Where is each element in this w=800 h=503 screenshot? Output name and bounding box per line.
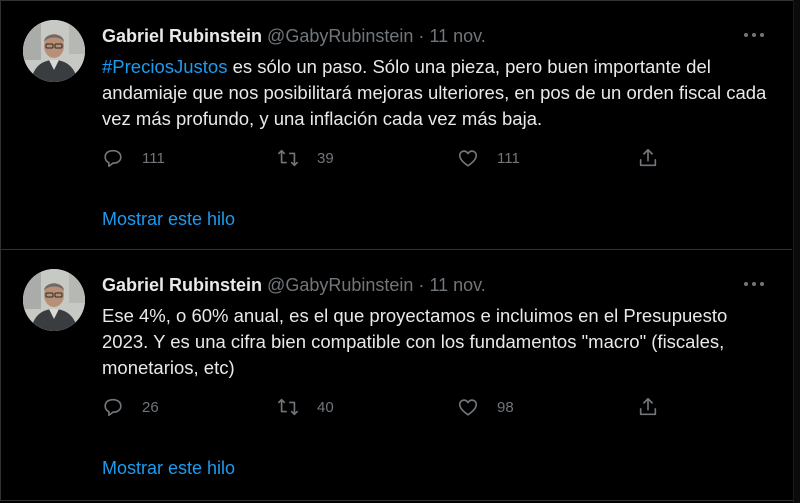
tweet-header: Gabriel Rubinstein @GabyRubinstein · 11 … (102, 274, 486, 296)
author-name[interactable]: Gabriel Rubinstein (102, 275, 262, 295)
retweet-button[interactable]: 40 (277, 395, 334, 419)
tweet-actions: 26 40 98 (102, 395, 662, 419)
tweet-body: Ese 4%, o 60% anual, es el que proyectam… (102, 305, 728, 378)
author-name[interactable]: Gabriel Rubinstein (102, 26, 262, 46)
show-thread-link[interactable]: Mostrar este hilo (102, 209, 235, 230)
like-button[interactable]: 111 (457, 146, 520, 170)
retweet-icon (278, 398, 298, 416)
reply-count: 111 (142, 149, 165, 167)
reply-button[interactable]: 111 (102, 146, 165, 170)
share-button[interactable] (637, 395, 659, 419)
tweet[interactable]: Gabriel Rubinstein @GabyRubinstein · 11 … (0, 250, 792, 498)
reply-count: 26 (142, 398, 159, 416)
more-options-icon[interactable] (744, 278, 766, 290)
share-icon (639, 397, 657, 416)
tweet-text: #PreciosJustos es sólo un paso. Sólo una… (102, 54, 772, 132)
reply-button[interactable]: 26 (102, 395, 159, 419)
author-handle[interactable]: @GabyRubinstein (267, 275, 413, 295)
retweet-button[interactable]: 39 (277, 146, 334, 170)
avatar[interactable] (23, 20, 85, 82)
reply-icon (104, 398, 122, 417)
tweet-text: Ese 4%, o 60% anual, es el que proyectam… (102, 303, 772, 381)
scrollbar[interactable] (793, 0, 800, 503)
hashtag-link[interactable]: #PreciosJustos (102, 56, 227, 77)
avatar[interactable] (23, 269, 85, 331)
author-handle[interactable]: @GabyRubinstein (267, 26, 413, 46)
retweet-icon (278, 149, 298, 167)
tweet-date[interactable]: 11 nov. (429, 275, 485, 295)
like-count: 111 (497, 149, 520, 167)
like-icon (458, 399, 478, 416)
like-button[interactable]: 98 (457, 395, 514, 419)
more-options-icon[interactable] (744, 29, 766, 41)
share-icon (639, 148, 657, 167)
retweet-count: 40 (317, 398, 334, 416)
share-button[interactable] (637, 146, 659, 170)
like-icon (458, 150, 478, 167)
header-separator: · (418, 26, 425, 46)
reply-icon (104, 149, 122, 168)
like-count: 98 (497, 398, 514, 416)
tweet-date[interactable]: 11 nov. (429, 26, 485, 46)
tweet-actions: 111 39 111 (102, 146, 662, 170)
header-separator: · (418, 275, 425, 295)
retweet-count: 39 (317, 149, 334, 167)
tweet-header: Gabriel Rubinstein @GabyRubinstein · 11 … (102, 25, 486, 47)
show-thread-link[interactable]: Mostrar este hilo (102, 458, 235, 479)
tweet[interactable]: Gabriel Rubinstein @GabyRubinstein · 11 … (0, 1, 792, 249)
